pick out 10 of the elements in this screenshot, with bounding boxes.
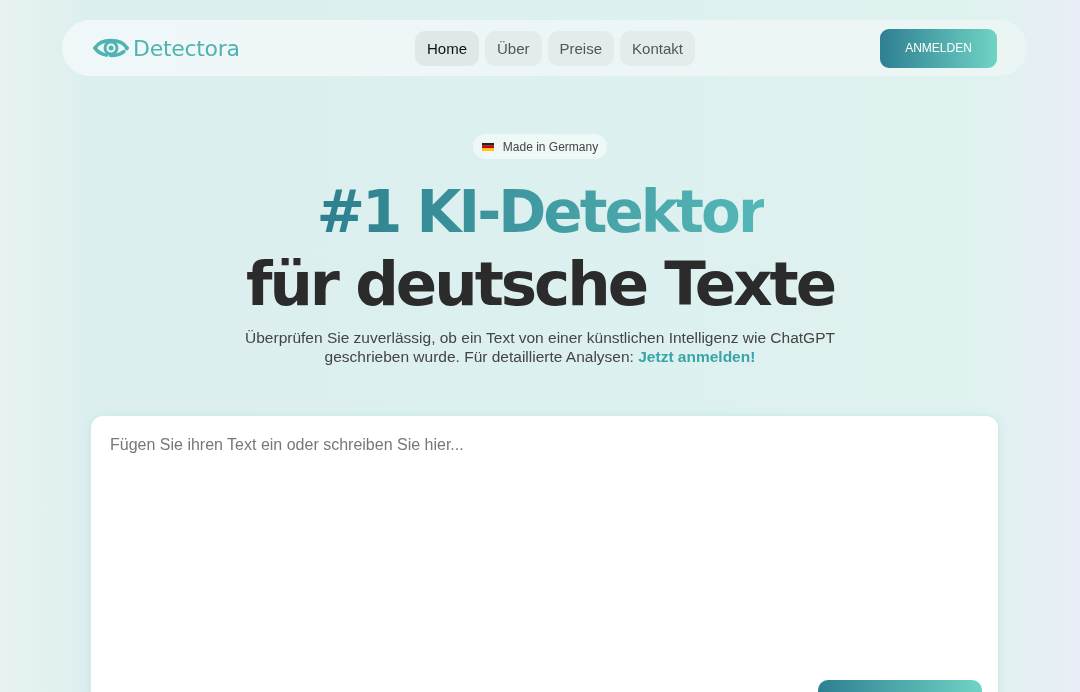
nav-link[interactable]: Kontakt [620, 30, 695, 66]
hero-title: für deutsche Texte [245, 253, 835, 314]
flag-icon [481, 142, 494, 151]
badge-text: Made in Germany [502, 139, 599, 154]
hero-subtitle: Überprüfen Sie zuverlässig, ob ein Text von einer künstlichen Intelligenz wie ChatGPT geschrieben wurde. Für detaillierte Analysen: Jetzt anmelden! [244, 328, 836, 366]
nav-link[interactable]: Über [485, 30, 542, 66]
text-input[interactable]: Fügen Sie ihren Text ein oder schreiben Sie hier... [91, 416, 998, 616]
text-editor[interactable]: Fügen Sie ihren Text ein oder schreiben Sie hier... [91, 416, 998, 692]
nav-link[interactable]: Preise [547, 30, 615, 66]
nav-link[interactable]: Home [415, 30, 479, 66]
